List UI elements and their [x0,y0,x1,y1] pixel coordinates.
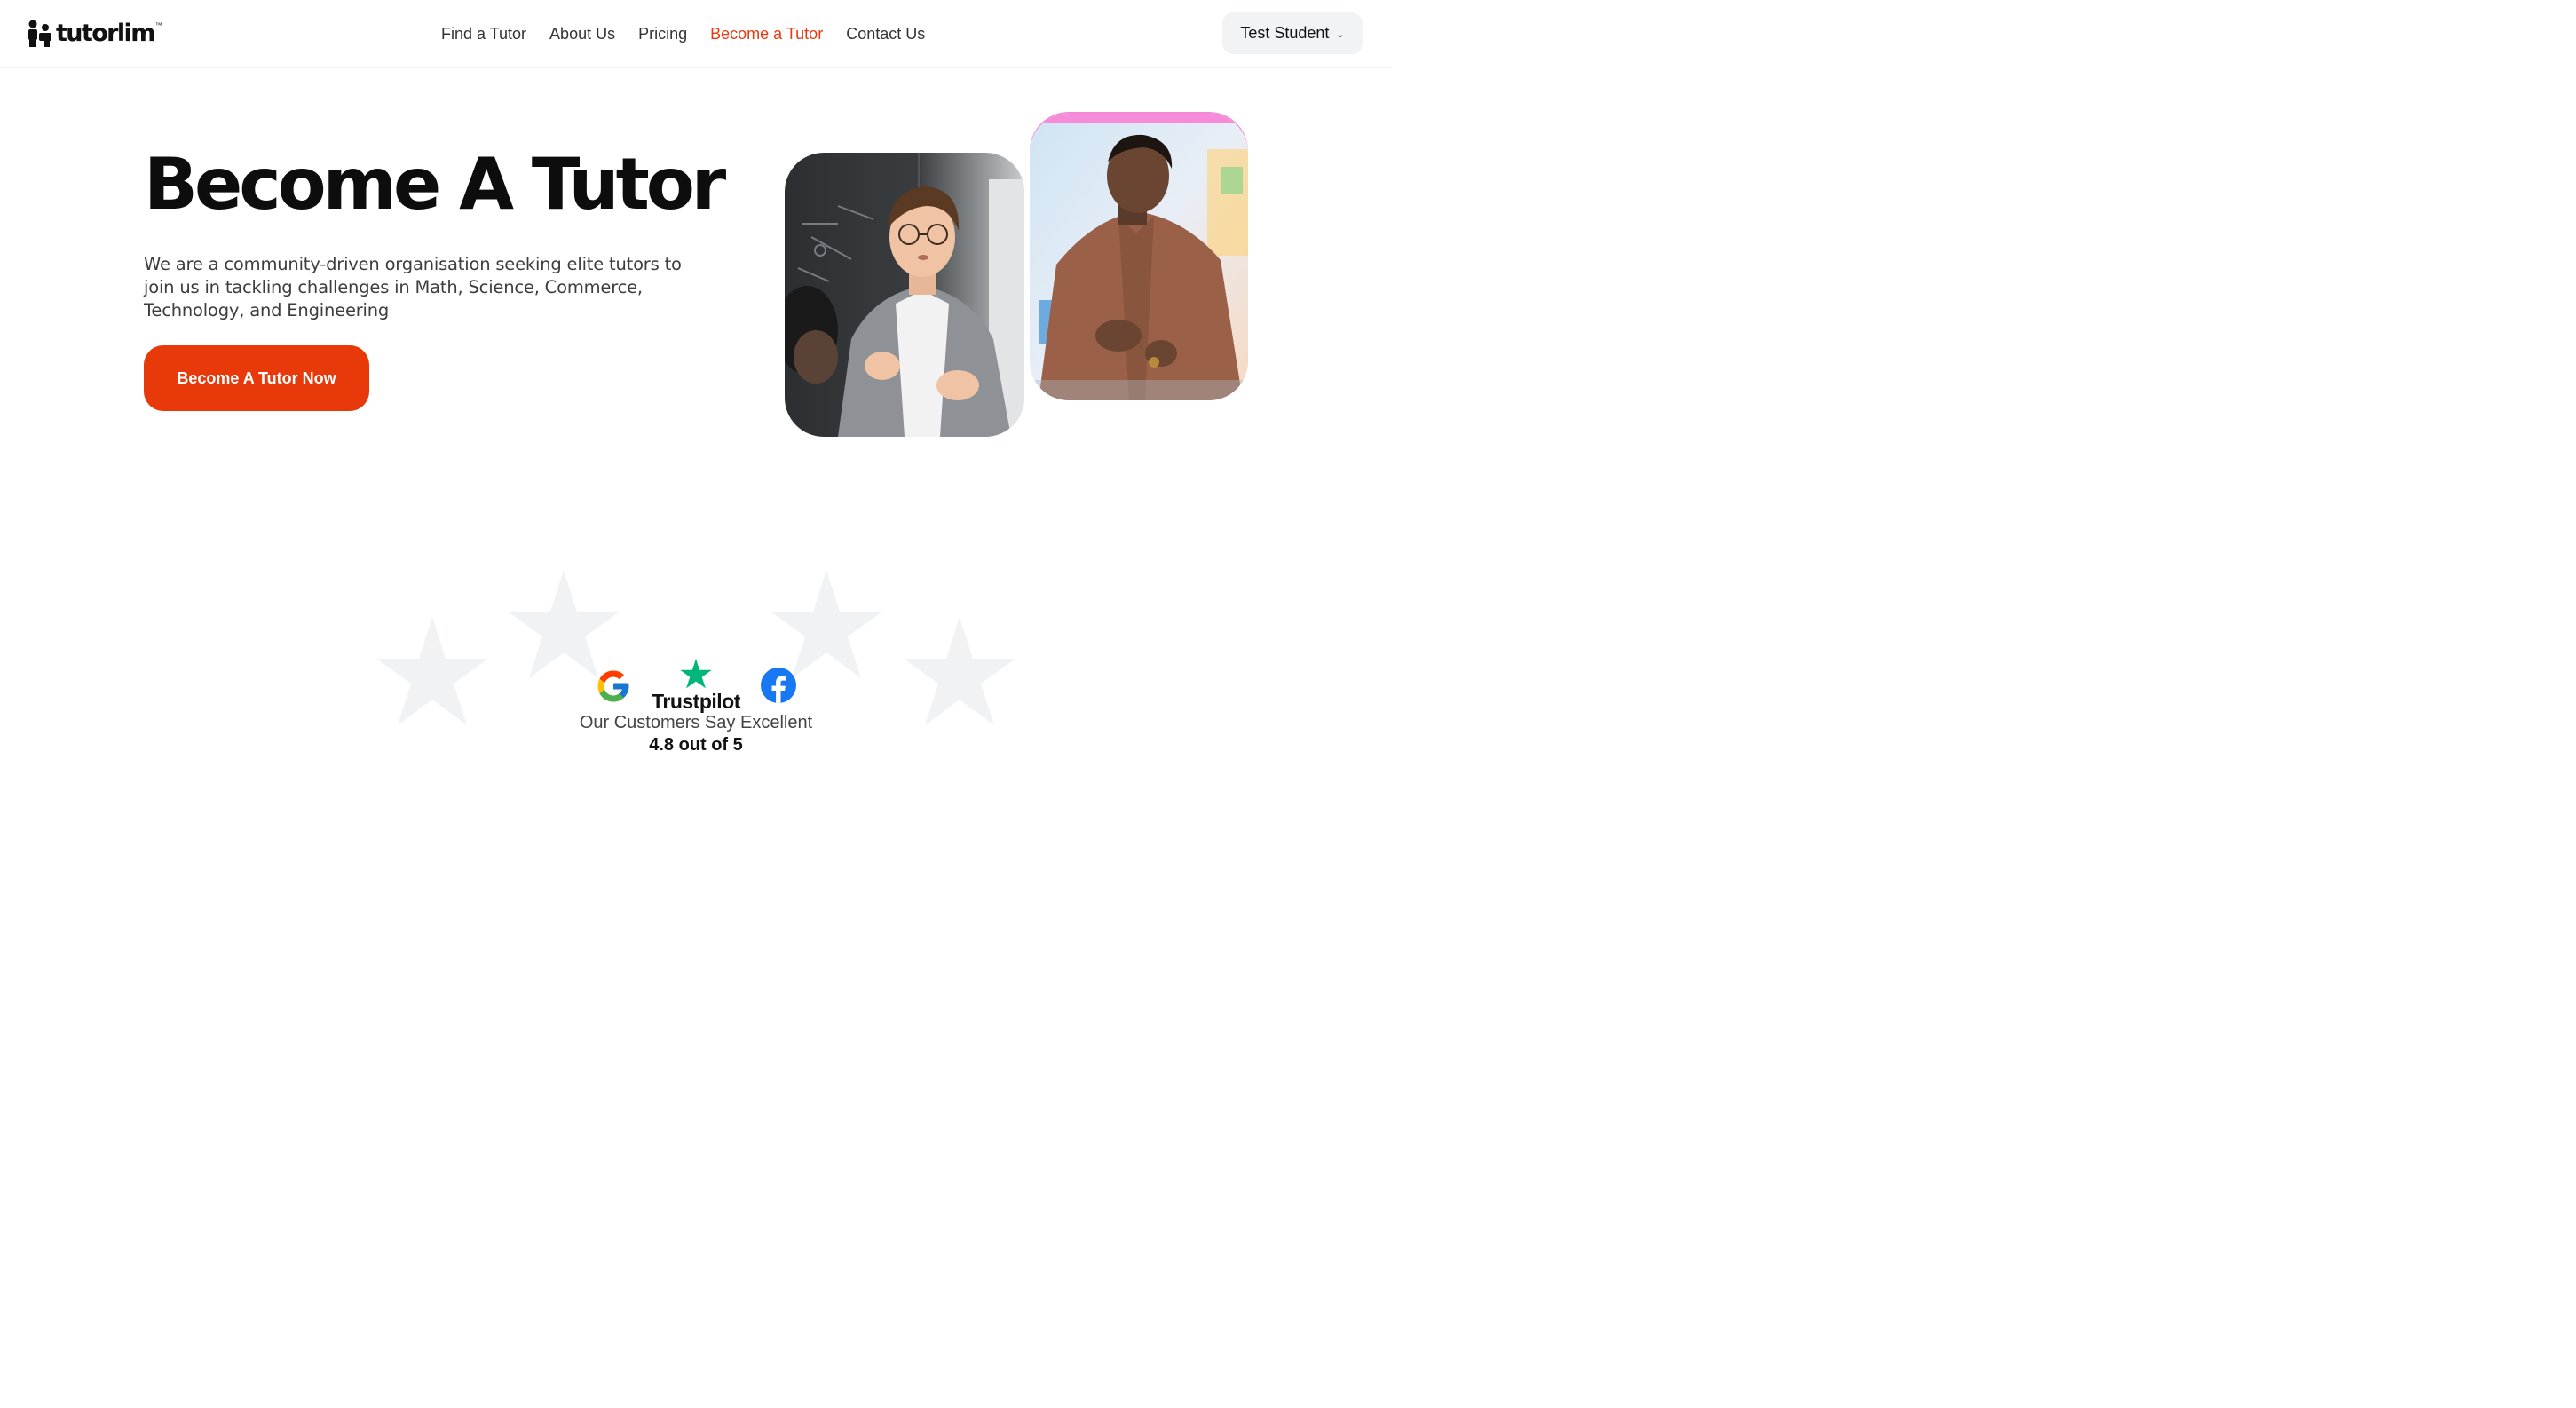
logo-mark-icon [28,20,51,47]
site-header: tutorlim ™ Find a Tutor About Us Pricing… [0,0,1392,68]
user-name: Test Student [1240,24,1330,42]
nav-become-a-tutor[interactable]: Become a Tutor [710,23,823,44]
hero-description: We are a community-driven organisation s… [144,254,682,320]
review-platforms: Trustpilot [0,659,1392,713]
nav-contact-us[interactable]: Contact Us [846,23,925,44]
page-title: Become A Tutor [144,143,726,225]
nav-about-us[interactable]: About Us [549,23,615,44]
trustpilot-icon [680,659,712,689]
tutorlim-logo[interactable]: tutorlim ™ [28,18,162,50]
google-icon[interactable] [595,668,632,705]
user-menu-button[interactable]: Test Student ⌄ [1222,12,1363,54]
logo-wordmark: tutorlim [56,20,155,47]
tutor-photo-2 [1030,114,1248,400]
tutor-photo-1 [785,153,1024,437]
nav-find-a-tutor[interactable]: Find a Tutor [441,23,526,44]
logo-trademark: ™ [154,20,162,29]
become-tutor-now-button[interactable]: Become A Tutor Now [144,345,369,411]
review-caption: Our Customers Say Excellent [579,713,813,732]
facebook-icon[interactable] [761,668,796,703]
chevron-down-icon: ⌄ [1336,28,1345,40]
nav-pricing[interactable]: Pricing [638,23,687,44]
main-nav: Find a Tutor About Us Pricing Become a T… [441,23,925,44]
review-score: 4.8 out of 5 [649,735,743,755]
trustpilot-label: Trustpilot [652,690,740,713]
